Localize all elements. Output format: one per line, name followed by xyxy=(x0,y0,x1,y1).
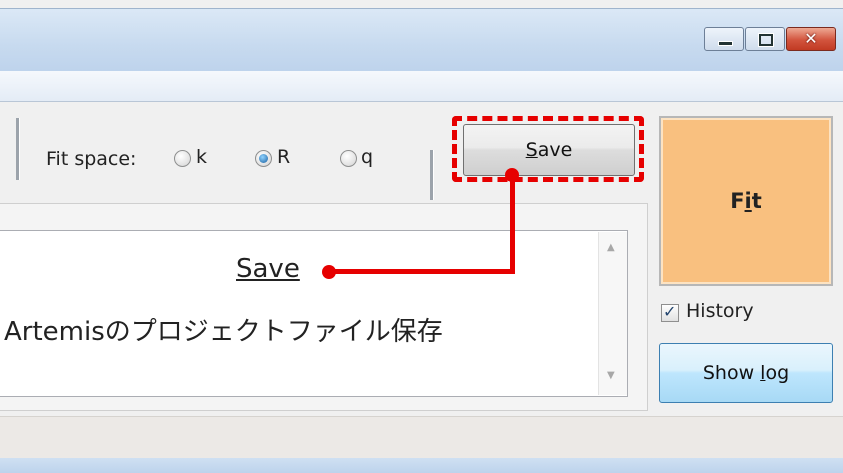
close-icon: ✕ xyxy=(804,29,818,48)
show-log-label-post: og xyxy=(765,362,790,384)
history-checkbox[interactable] xyxy=(661,302,679,322)
vertical-scrollbar[interactable]: ▲ ▼ xyxy=(598,232,627,395)
radio-q[interactable] xyxy=(340,150,357,167)
radio-k-label[interactable]: k xyxy=(196,146,207,168)
minimize-icon xyxy=(718,41,733,46)
radio-k[interactable] xyxy=(174,150,191,167)
title-bar: ✕ xyxy=(0,8,843,71)
menu-strip xyxy=(0,71,843,102)
fit-accel: i xyxy=(744,189,752,213)
radio-q-label[interactable]: q xyxy=(361,146,373,168)
maximize-button[interactable] xyxy=(745,27,785,51)
scroll-down-icon[interactable]: ▼ xyxy=(607,370,615,381)
fit-button[interactable]: Fit xyxy=(659,116,833,286)
show-log-button[interactable]: Show log xyxy=(659,343,833,403)
callout-dot-end xyxy=(322,265,336,279)
toolbar-separator xyxy=(430,150,434,200)
callout-line-horizontal xyxy=(330,269,515,274)
callout-dot-top xyxy=(505,168,519,182)
save-highlight-box xyxy=(452,116,644,182)
fit-space-label: Fit space: xyxy=(46,148,137,170)
window-bottom-border xyxy=(0,458,843,473)
toolbar-separator xyxy=(16,118,20,180)
fit-label-pre: F xyxy=(730,189,745,213)
annotation-description: Artemisのプロジェクトファイル保存 xyxy=(4,317,443,347)
scroll-up-icon[interactable]: ▲ xyxy=(607,242,615,253)
window-controls: ✕ xyxy=(703,27,836,51)
callout-line-vertical xyxy=(510,174,515,274)
history-label[interactable]: History xyxy=(686,300,754,322)
minimize-button[interactable] xyxy=(704,27,744,51)
show-log-label-pre: Show xyxy=(702,362,761,384)
fit-label-post: t xyxy=(751,189,762,213)
close-button[interactable]: ✕ xyxy=(786,27,836,51)
radio-r[interactable] xyxy=(255,150,272,167)
status-bar xyxy=(0,416,843,459)
artemis-window: ✕ Fit space: k R q Save Fit History Show… xyxy=(0,0,843,473)
annotation-title: Save xyxy=(236,254,300,284)
radio-r-label[interactable]: R xyxy=(277,146,290,168)
maximize-icon xyxy=(759,34,773,46)
